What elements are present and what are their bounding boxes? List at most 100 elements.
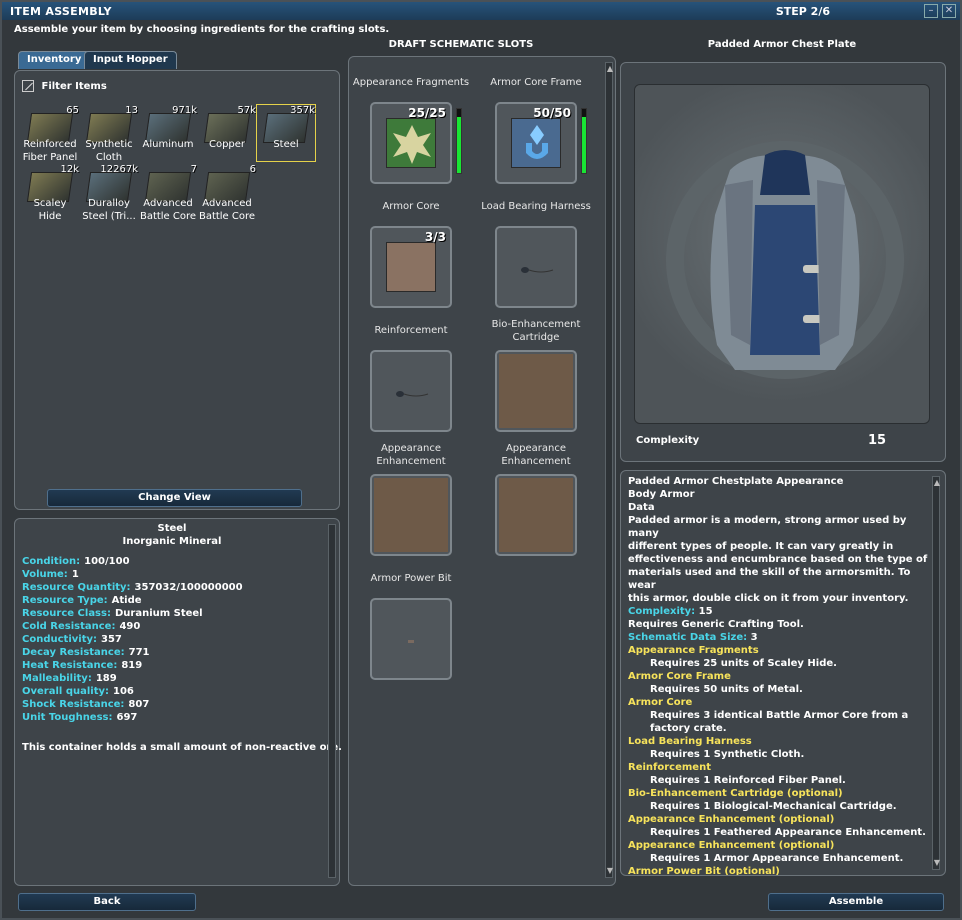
slot-fill-meter xyxy=(581,108,587,174)
crafting-slot[interactable] xyxy=(495,474,577,556)
title-bar[interactable]: ITEM ASSEMBLY STEP 2/6 – ✕ xyxy=(2,2,960,20)
description-line: Padded Armor Chestplate Appearance xyxy=(628,476,844,487)
details-item-category: Inorganic Mineral xyxy=(122,536,222,547)
description-line: Requires 50 units of Metal. xyxy=(650,684,803,695)
tab-input-hopper[interactable]: Input Hopper xyxy=(84,51,177,69)
minimize-icon[interactable]: – xyxy=(924,4,938,18)
crafting-slot[interactable] xyxy=(495,226,577,308)
back-button[interactable]: Back xyxy=(18,893,196,911)
attribute-value: 1 xyxy=(71,569,79,580)
slot-label: Appearance Enhancement xyxy=(501,443,571,467)
attribute-value: 490 xyxy=(119,621,141,632)
item-label: Scaley Hide xyxy=(33,198,67,222)
description-line: materials used and the skill of the armo… xyxy=(628,567,911,591)
slot-quantity: 50/50 xyxy=(533,106,571,120)
inventory-item[interactable]: 12267k Duralloy Steel (Tri... xyxy=(80,164,138,222)
details-item-name: Steel xyxy=(157,523,187,534)
attribute-key: Decay Resistance: xyxy=(22,647,125,658)
crafting-slot[interactable] xyxy=(370,598,452,680)
inventory-item[interactable]: 971k Aluminum xyxy=(139,105,197,161)
attribute-row: Condition: 100/100 xyxy=(22,555,130,568)
crafting-slot[interactable]: 50/50 xyxy=(495,102,577,184)
crafting-slot[interactable] xyxy=(370,350,452,432)
crafting-slot[interactable]: 3/3 xyxy=(370,226,452,308)
attribute-row: Resource Type: Atide xyxy=(22,594,142,607)
attribute-row: Malleability: 189 xyxy=(22,672,117,685)
item-label: Synthetic Cloth xyxy=(85,139,133,163)
attribute-value: 357032/100000000 xyxy=(134,582,243,593)
empty-slot-icon xyxy=(374,478,448,552)
slot-label: Reinforcement xyxy=(374,325,448,336)
change-view-button[interactable]: Change View xyxy=(47,489,302,507)
power-bit-icon xyxy=(386,614,436,664)
slot-label: Appearance Enhancement xyxy=(376,443,446,467)
inventory-item[interactable]: 65 Reinforced Fiber Panel xyxy=(21,105,79,163)
filter-checkbox-icon[interactable] xyxy=(22,80,34,92)
crafting-slot[interactable] xyxy=(370,474,452,556)
description-line: Load Bearing Harness xyxy=(628,736,752,747)
attribute-row: Unit Toughness: 697 xyxy=(22,711,137,724)
filter-items-toggle[interactable]: Filter Items xyxy=(22,80,107,92)
inventory-item[interactable]: 6 Advanced Battle Core xyxy=(198,164,256,222)
inventory-item[interactable]: 12k Scaley Hide xyxy=(21,164,79,222)
description-line: Data xyxy=(628,502,655,513)
slot-label: Armor Core Frame xyxy=(490,77,582,88)
attribute-value: 819 xyxy=(121,660,143,671)
description-line: Appearance Enhancement (optional) xyxy=(628,814,835,825)
details-note: This container holds a small amount of n… xyxy=(22,742,342,753)
attribute-value: 697 xyxy=(116,712,138,723)
description-line: effectiveness and encumbrance based on t… xyxy=(628,554,928,565)
item-label: Advanced Battle Core xyxy=(198,198,256,222)
tab-inventory[interactable]: Inventory xyxy=(18,51,91,69)
slot-label: Load Bearing Harness xyxy=(481,201,591,212)
slot-label: Appearance Fragments xyxy=(352,77,470,88)
details-scrollbar[interactable] xyxy=(328,524,336,878)
item-label: Copper xyxy=(208,139,246,150)
attribute-value: 771 xyxy=(128,647,150,658)
step-indicator: STEP 2/6 xyxy=(775,5,830,18)
attribute-row: Resource Quantity: 357032/100000000 xyxy=(22,581,243,594)
description-line: Requires 1 Armor Appearance Enhancement. xyxy=(650,853,904,864)
preview-viewport[interactable] xyxy=(634,84,930,424)
inventory-item[interactable]: 357k Steel xyxy=(256,104,316,162)
attribute-value: Atide xyxy=(111,595,142,606)
empty-slot-icon xyxy=(499,478,573,552)
scroll-up-icon[interactable]: ▲ xyxy=(606,65,614,73)
description-line: Reinforcement xyxy=(628,762,711,773)
desc-scroll-down-icon[interactable]: ▼ xyxy=(933,859,941,867)
complexity-value: 15 xyxy=(868,433,887,448)
attribute-row: Volume: 1 xyxy=(22,568,79,581)
description-scrollbar[interactable]: ▲ ▼ xyxy=(932,476,940,870)
attribute-row: Overall quality: 106 xyxy=(22,685,134,698)
attribute-key: Resource Type: xyxy=(22,595,108,606)
desc-scroll-up-icon[interactable]: ▲ xyxy=(933,479,941,487)
reinforcement-icon xyxy=(386,366,436,416)
scroll-down-icon[interactable]: ▼ xyxy=(606,867,614,875)
attribute-key: Conductivity: xyxy=(22,634,97,645)
crafting-slot[interactable]: 25/25 xyxy=(370,102,452,184)
slot-fill-meter xyxy=(456,108,462,174)
item-count: 6 xyxy=(249,164,256,175)
description-line: Bio-Enhancement Cartridge (optional) xyxy=(628,788,843,799)
inventory-item[interactable]: 57k Copper xyxy=(198,105,256,161)
description-line: Requires 3 identical Battle Armor Core f… xyxy=(650,710,909,721)
attribute-row: Heat Resistance: 819 xyxy=(22,659,142,672)
description-line: Padded armor is a modern, strong armor u… xyxy=(628,515,907,539)
assemble-button[interactable]: Assemble xyxy=(768,893,944,911)
description-line: Appearance Enhancement (optional) xyxy=(628,840,835,851)
attribute-key: Resource Quantity: xyxy=(22,582,131,593)
attribute-value: Duranium Steel xyxy=(114,608,203,619)
attribute-key: Overall quality: xyxy=(22,686,109,697)
inventory-item[interactable]: 13 Synthetic Cloth xyxy=(80,105,138,163)
description-line: this armor, double click on it from your… xyxy=(628,593,909,604)
crafting-slot[interactable] xyxy=(495,350,577,432)
attribute-row: Decay Resistance: 771 xyxy=(22,646,150,659)
inventory-item[interactable]: 7 Advanced Battle Core xyxy=(139,164,197,222)
slots-scrollbar[interactable]: ▲ ▼ xyxy=(605,62,613,878)
attribute-value: 106 xyxy=(113,686,134,697)
description-line: Schematic Data Size: 3 xyxy=(628,632,758,643)
close-icon[interactable]: ✕ xyxy=(942,4,956,18)
attribute-value: 807 xyxy=(128,699,150,710)
description-line: Requires 1 Biological-Mechanical Cartrid… xyxy=(650,801,897,812)
slot-quantity: 25/25 xyxy=(408,106,446,120)
